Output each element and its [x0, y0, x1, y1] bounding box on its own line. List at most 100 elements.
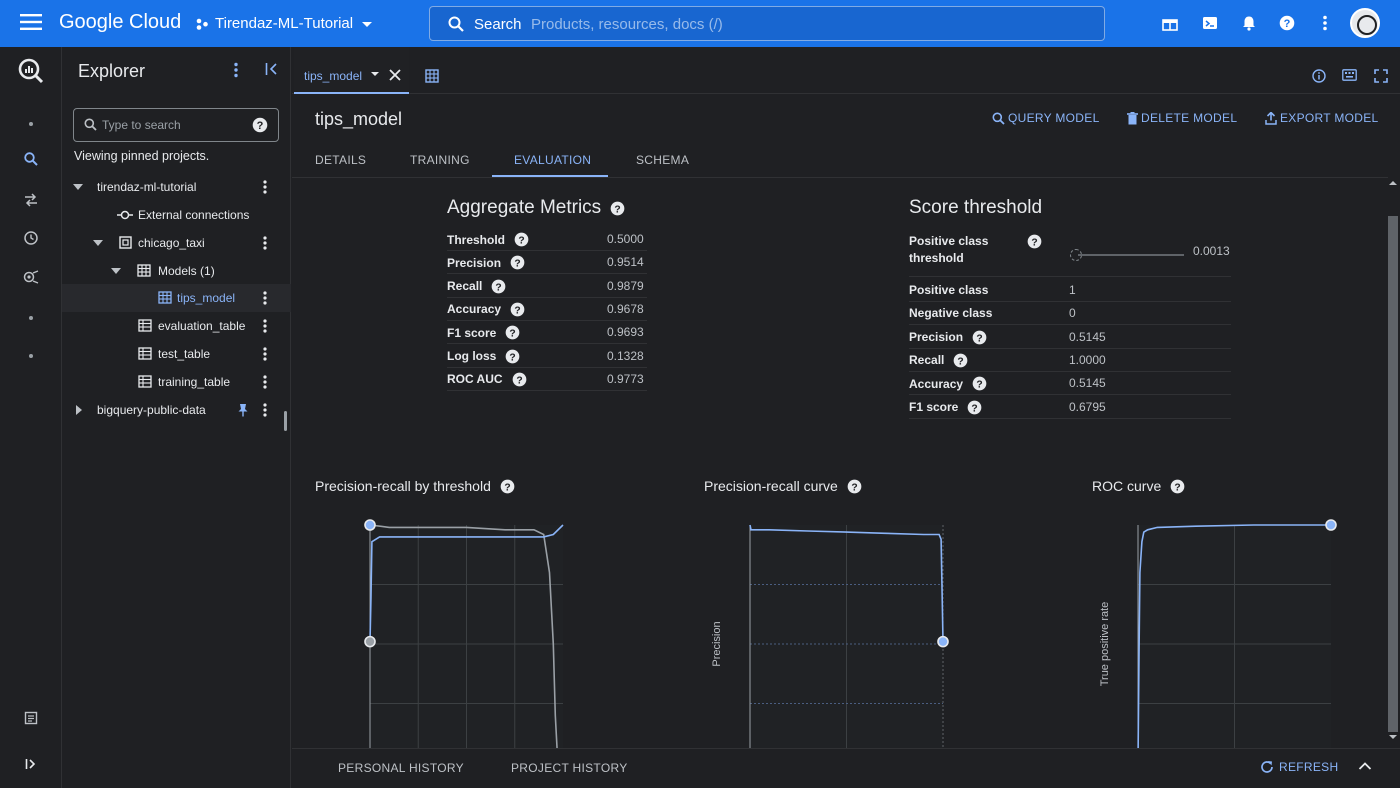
bigquery-logo-icon[interactable]	[17, 57, 45, 85]
expand-rail-icon[interactable]	[25, 758, 37, 770]
data-point-marker	[364, 635, 376, 648]
caret-down-icon[interactable]	[93, 239, 103, 247]
help-icon[interactable]: ?	[500, 479, 515, 494]
caret-down-icon[interactable]	[111, 267, 121, 275]
export-model-button[interactable]: EXPORT MODEL	[1265, 111, 1379, 125]
help-icon[interactable]: ?	[1027, 234, 1042, 249]
tab-evaluation[interactable]: EVALUATION	[514, 153, 591, 167]
help-icon[interactable]: ?	[953, 353, 968, 368]
metric-row: Recall? 0.9879	[447, 275, 647, 298]
help-icon[interactable]: ?	[505, 349, 520, 364]
more-vert-icon[interactable]	[262, 375, 268, 389]
new-query-tab-icon[interactable]	[425, 69, 439, 83]
google-cloud-logo[interactable]: Google Cloud	[59, 11, 181, 34]
rail-search-icon[interactable]	[24, 152, 38, 166]
project-history-tab[interactable]: PROJECT HISTORY	[511, 761, 628, 775]
metric-label: Precision?	[447, 255, 525, 270]
delete-model-button[interactable]: DELETE MODEL	[1127, 111, 1237, 125]
caret-down-icon[interactable]	[371, 71, 379, 77]
more-vert-icon[interactable]	[262, 236, 268, 250]
tab-details[interactable]: DETAILS	[315, 153, 366, 167]
explorer-more-icon[interactable]	[233, 62, 239, 78]
metric-value: 0.1328	[607, 348, 644, 363]
metric-label: F1 score?	[909, 400, 982, 415]
more-vert-icon[interactable]	[262, 347, 268, 361]
model-icon	[158, 291, 172, 304]
more-vert-icon[interactable]	[1322, 15, 1328, 31]
explorer-search-input[interactable]	[102, 116, 242, 134]
tree-item-public-data[interactable]: bigquery-public-data	[62, 396, 291, 424]
more-vert-icon[interactable]	[262, 403, 268, 417]
collapse-explorer-icon[interactable]	[265, 62, 279, 76]
help-icon[interactable]: ?	[1170, 479, 1185, 494]
help-icon[interactable]: ?	[967, 400, 982, 415]
help-icon[interactable]: ?	[491, 279, 506, 294]
chart-title-text: Precision-recall by threshold	[315, 478, 491, 494]
tree-item-training-table[interactable]: training_table	[62, 368, 291, 396]
svg-text:?: ?	[514, 305, 520, 316]
explorer-resize-handle[interactable]	[284, 411, 287, 431]
threshold-slider[interactable]	[1070, 249, 1185, 261]
help-icon[interactable]: ?	[610, 201, 625, 216]
help-icon[interactable]: ?	[505, 325, 520, 340]
fullscreen-icon[interactable]	[1374, 69, 1388, 83]
hamburger-menu-icon[interactable]	[20, 13, 42, 31]
caret-right-icon[interactable]	[75, 405, 83, 415]
scheduled-queries-clock-icon[interactable]	[24, 231, 38, 245]
tree-item-external-connections[interactable]: External connections	[62, 201, 291, 229]
refresh-button[interactable]: REFRESH	[1260, 760, 1338, 774]
notifications-bell-icon[interactable]	[1241, 15, 1257, 31]
tab-training[interactable]: TRAINING	[410, 153, 470, 167]
tree-item-label: test_table	[158, 347, 211, 361]
global-search-box[interactable]: Search Products, resources, docs (/)	[429, 6, 1105, 41]
close-icon[interactable]	[389, 69, 401, 81]
tree-item-label: Models (1)	[158, 264, 215, 278]
tree-item-evaluation-table[interactable]: evaluation_table	[62, 312, 291, 340]
scroll-up-icon[interactable]	[1389, 180, 1397, 186]
help-icon[interactable]: ?	[847, 479, 862, 494]
tree-item-project[interactable]: tirendaz-ml-tutorial	[62, 173, 291, 201]
help-icon[interactable]: ?	[512, 372, 527, 387]
slider-knob[interactable]	[1070, 249, 1083, 261]
help-icon[interactable]: ?	[972, 330, 987, 345]
caret-down-icon[interactable]	[73, 183, 83, 191]
release-notes-icon[interactable]	[24, 711, 38, 725]
more-vert-icon[interactable]	[262, 319, 268, 333]
metric-label: Accuracy?	[447, 302, 525, 317]
tree-item-models-folder[interactable]: Models (1)	[62, 257, 291, 285]
tree-item-dataset[interactable]: chicago_taxi	[62, 229, 291, 257]
chevron-up-icon[interactable]	[1358, 761, 1372, 771]
help-icon[interactable]: ?	[510, 255, 525, 270]
scrollbar-thumb[interactable]	[1388, 216, 1398, 732]
help-icon[interactable]: ?	[510, 302, 525, 317]
analytics-hub-icon[interactable]	[23, 270, 39, 284]
gift-icon[interactable]	[1162, 15, 1178, 31]
data-transfers-icon[interactable]	[24, 193, 38, 207]
more-vert-icon[interactable]	[262, 291, 268, 305]
help-icon[interactable]: ?	[514, 232, 529, 247]
more-vert-icon[interactable]	[262, 180, 268, 194]
pin-icon[interactable]	[238, 403, 248, 417]
pr-curve-chart-title: Precision-recall curve ?	[704, 478, 862, 494]
vertical-scrollbar[interactable]	[1386, 178, 1400, 748]
metric-label: Precision?	[909, 330, 987, 345]
project-selector[interactable]: Tirendaz-ML-Tutorial	[195, 15, 375, 32]
metric-label-text: Positive class	[909, 283, 989, 297]
metric-label-text: F1 score	[909, 400, 959, 414]
metric-label-text: Recall	[447, 279, 483, 294]
help-icon[interactable]: ?	[972, 376, 987, 391]
cloud-shell-icon[interactable]	[1202, 15, 1218, 31]
tab-schema[interactable]: SCHEMA	[636, 153, 689, 167]
account-avatar[interactable]	[1350, 8, 1380, 38]
tree-item-tips-model[interactable]: tips_model	[62, 284, 291, 312]
query-history-bar: PERSONAL HISTORY PROJECT HISTORY REFRESH	[292, 748, 1400, 788]
info-icon[interactable]	[1312, 69, 1326, 83]
query-model-button[interactable]: QUERY MODEL	[992, 111, 1100, 125]
tree-item-test-table[interactable]: test_table	[62, 340, 291, 368]
editor-tab-tips-model[interactable]: tips_model	[294, 47, 409, 94]
personal-history-tab[interactable]: PERSONAL HISTORY	[338, 761, 464, 775]
help-icon[interactable]: ?	[252, 117, 268, 133]
help-icon[interactable]: ?	[1279, 15, 1295, 31]
scroll-down-icon[interactable]	[1389, 734, 1397, 740]
keyboard-icon[interactable]	[1342, 69, 1357, 81]
